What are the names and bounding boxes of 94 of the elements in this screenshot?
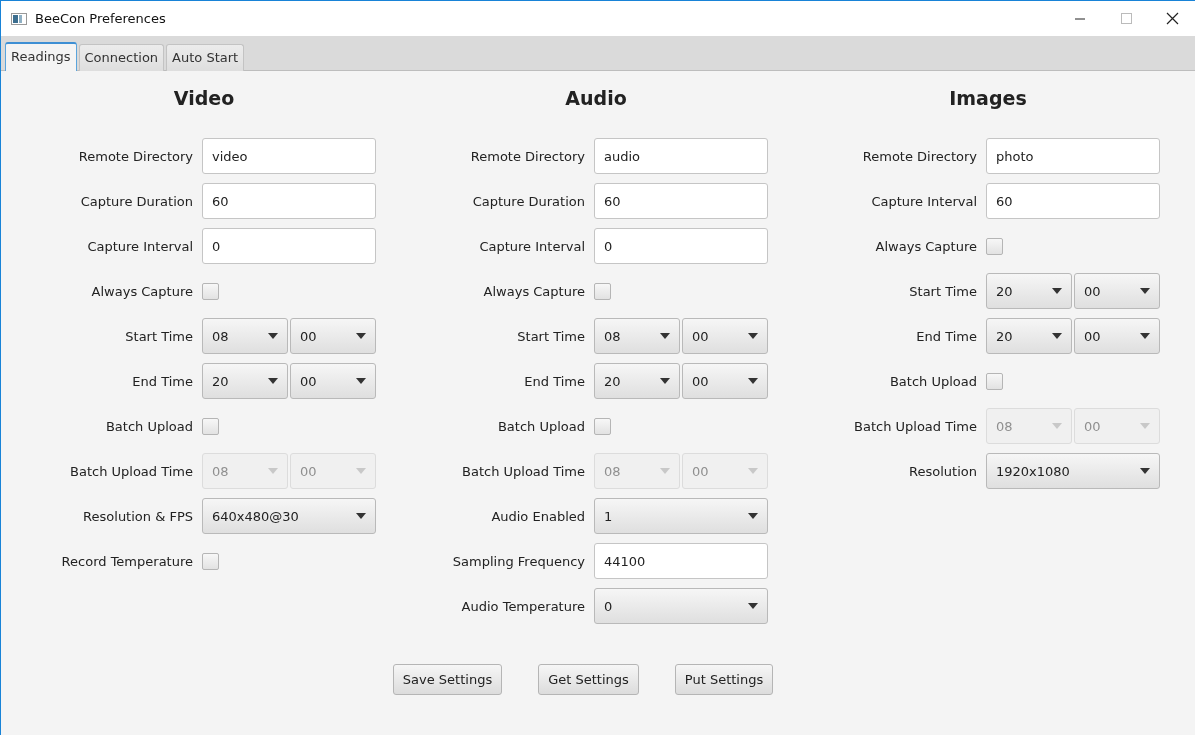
action-button[interactable]: Get Settings [538, 664, 639, 695]
text-field[interactable]: audio [594, 138, 768, 174]
field-label: Remote Directory [862, 148, 977, 164]
field-label: Always Capture [875, 238, 977, 254]
text-field[interactable]: 44100 [594, 543, 768, 579]
caret-icon [660, 333, 670, 339]
field-label: Batch Upload [889, 373, 977, 389]
field-label: Audio Temperature [461, 598, 585, 614]
text-field[interactable]: video [202, 138, 376, 174]
dropdown[interactable]: 640x480@30 [202, 498, 376, 534]
tab[interactable]: Auto Start [166, 44, 245, 71]
tab[interactable]: Connection [78, 44, 165, 71]
field-label: Remote Directory [470, 148, 585, 164]
field-label: Batch Upload Time [854, 418, 977, 434]
field-label: Capture Duration [472, 193, 585, 209]
checkbox[interactable] [202, 282, 219, 300]
hour-dropdown[interactable]: 20 [986, 318, 1072, 354]
field-label: Audio Enabled [491, 508, 585, 524]
text-field[interactable]: 0 [202, 228, 376, 264]
minute-dropdown[interactable]: 00 [682, 363, 768, 399]
caret-icon [356, 333, 366, 339]
text-field[interactable]: 60 [594, 183, 768, 219]
action-button[interactable]: Put Settings [674, 664, 774, 695]
caret-icon [1052, 333, 1062, 339]
field-label: Batch Upload [105, 418, 193, 434]
checkbox[interactable] [202, 552, 219, 570]
text-field[interactable]: 60 [202, 183, 376, 219]
caret-icon [356, 513, 366, 519]
minute-dropdown[interactable]: 00 [1074, 273, 1160, 309]
field-label: Record Temperature [61, 553, 193, 569]
caret-icon [1140, 423, 1150, 429]
text-field[interactable]: photo [986, 138, 1160, 174]
caret-icon [748, 378, 758, 384]
hour-dropdown[interactable]: 20 [986, 273, 1072, 309]
text-field[interactable]: 60 [986, 183, 1160, 219]
action-button[interactable]: Save Settings [392, 664, 503, 695]
field-label: Capture Duration [80, 193, 193, 209]
field-label: Start Time [517, 328, 585, 344]
caret-icon [660, 468, 670, 474]
caret-icon [748, 513, 758, 519]
section-heading: Video [173, 87, 235, 109]
window-title: BeeCon Preferences [35, 11, 167, 26]
field-label: Remote Directory [78, 148, 193, 164]
hour-dropdown[interactable]: 20 [594, 363, 680, 399]
caret-icon [660, 378, 670, 384]
field-label: End Time [132, 373, 193, 389]
checkbox[interactable] [594, 282, 611, 300]
checkbox[interactable] [986, 237, 1003, 255]
field-label: Capture Interval [479, 238, 585, 254]
field-label: Resolution [909, 463, 977, 479]
checkbox[interactable] [594, 417, 611, 435]
field-label: Always Capture [483, 283, 585, 299]
checkbox[interactable] [202, 417, 219, 435]
caret-icon [1140, 288, 1150, 294]
checkbox[interactable] [986, 372, 1003, 390]
field-label: Start Time [125, 328, 193, 344]
caret-icon [748, 468, 758, 474]
section-heading: Audio [565, 87, 627, 109]
caret-icon [268, 378, 278, 384]
field-label: Always Capture [91, 283, 193, 299]
field-label: Sampling Frequency [452, 553, 585, 569]
field-label: End Time [916, 328, 977, 344]
caret-icon [356, 378, 366, 384]
text-field[interactable]: 0 [594, 228, 768, 264]
field-label: Batch Upload Time [70, 463, 193, 479]
tab[interactable]: Readings [5, 42, 77, 71]
hour-dropdown[interactable]: 20 [202, 363, 288, 399]
caret-icon [1140, 468, 1150, 474]
app-icon [11, 12, 27, 25]
hour-dropdown[interactable]: 08 [202, 318, 288, 354]
minute-dropdown[interactable]: 00 [1074, 318, 1160, 354]
caret-icon [748, 333, 758, 339]
caret-icon [748, 603, 758, 609]
dropdown[interactable]: 0 [594, 588, 768, 624]
minute-dropdown[interactable]: 00 [682, 318, 768, 354]
dropdown[interactable]: 1 [594, 498, 768, 534]
caret-icon [268, 468, 278, 474]
field-label: Resolution & FPS [83, 508, 193, 524]
field-label: End Time [524, 373, 585, 389]
field-label: Batch Upload Time [462, 463, 585, 479]
field-label: Start Time [909, 283, 977, 299]
caret-icon [1052, 288, 1062, 294]
minute-dropdown[interactable]: 00 [290, 363, 376, 399]
caret-icon [356, 468, 366, 474]
section-heading: Images [949, 87, 1027, 109]
caret-icon [1140, 333, 1150, 339]
dropdown[interactable]: 1920x1080 [986, 453, 1160, 489]
caret-icon [268, 333, 278, 339]
minute-dropdown[interactable]: 00 [290, 318, 376, 354]
field-label: Batch Upload [497, 418, 585, 434]
hour-dropdown[interactable]: 08 [594, 318, 680, 354]
field-label: Capture Interval [87, 238, 193, 254]
field-label: Capture Interval [871, 193, 977, 209]
caret-icon [1052, 423, 1062, 429]
